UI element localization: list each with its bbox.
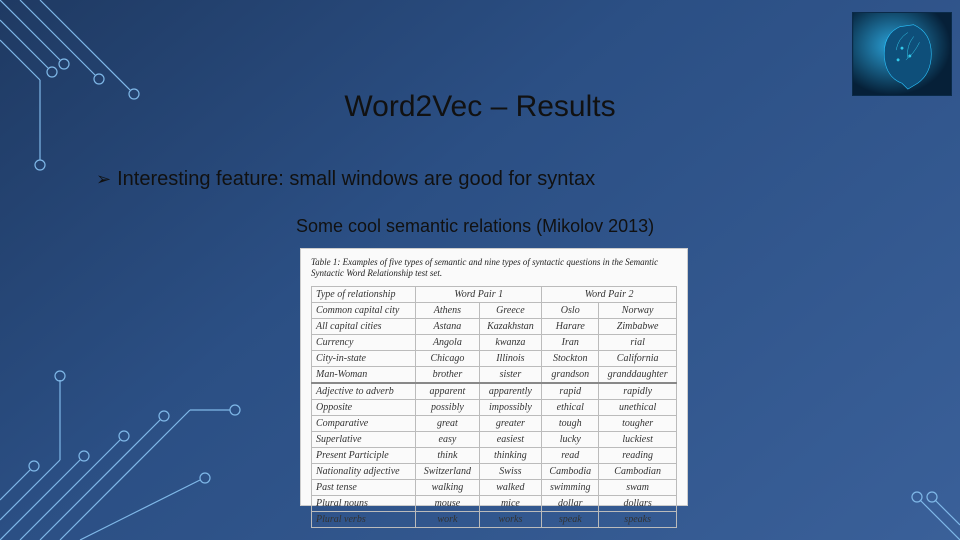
table-header-pair1: Word Pair 1: [416, 286, 542, 302]
table-cell: Zimbabwe: [599, 318, 677, 334]
table-cell: Comparative: [312, 415, 416, 431]
table-cell: rial: [599, 334, 677, 350]
table-cell: Swiss: [479, 463, 542, 479]
table-cell: Chicago: [416, 350, 479, 366]
table-cell: Iran: [542, 334, 599, 350]
table-cell: Angola: [416, 334, 479, 350]
table-cell: walked: [479, 479, 542, 495]
table-cell: Man-Woman: [312, 366, 416, 383]
bullet-line: ➢ Interesting feature: small windows are…: [96, 168, 595, 191]
table-cell: think: [416, 447, 479, 463]
table-row: Plural verbsworkworksspeakspeaks: [312, 511, 677, 527]
table-cell: Switzerland: [416, 463, 479, 479]
table-cell: great: [416, 415, 479, 431]
table-cell: dollar: [542, 495, 599, 511]
table-cell: Athens: [416, 302, 479, 318]
table-cell: ethical: [542, 399, 599, 415]
table-cell: tough: [542, 415, 599, 431]
table-cell: lucky: [542, 431, 599, 447]
table-cell: dollars: [599, 495, 677, 511]
table-cell: Cambodia: [542, 463, 599, 479]
bullet-text: Interesting feature: small windows are g…: [117, 168, 595, 191]
table-row: Comparativegreatgreatertoughtougher: [312, 415, 677, 431]
table-cell: thinking: [479, 447, 542, 463]
table-cell: speak: [542, 511, 599, 527]
table-row: City-in-stateChicagoIllinoisStocktonCali…: [312, 350, 677, 366]
table-cell: Nationality adjective: [312, 463, 416, 479]
table-cell: Superlative: [312, 431, 416, 447]
table-cell: easiest: [479, 431, 542, 447]
table-cell: work: [416, 511, 479, 527]
table-cell: Cambodian: [599, 463, 677, 479]
table-cell: Opposite: [312, 399, 416, 415]
table-caption: Table 1: Examples of five types of seman…: [311, 257, 677, 280]
table-cell: Present Participle: [312, 447, 416, 463]
table-cell: easy: [416, 431, 479, 447]
table-cell: kwanza: [479, 334, 542, 350]
table-cell: unethical: [599, 399, 677, 415]
table-row: Adjective to adverbapparentapparentlyrap…: [312, 383, 677, 400]
table-cell: apparently: [479, 383, 542, 400]
table-cell: Past tense: [312, 479, 416, 495]
table-cell: rapid: [542, 383, 599, 400]
table-cell: Harare: [542, 318, 599, 334]
table-cell: impossibly: [479, 399, 542, 415]
table-cell: Currency: [312, 334, 416, 350]
table-cell: sister: [479, 366, 542, 383]
bullet-arrow-icon: ➢: [96, 169, 111, 190]
table-row: Past tensewalkingwalkedswimmingswam: [312, 479, 677, 495]
table-cell: mice: [479, 495, 542, 511]
table-cell: possibly: [416, 399, 479, 415]
table-row: Plural nounsmousemicedollardollars: [312, 495, 677, 511]
table-cell: Astana: [416, 318, 479, 334]
table-cell: All capital cities: [312, 318, 416, 334]
table-row: Nationality adjectiveSwitzerlandSwissCam…: [312, 463, 677, 479]
table-cell: read: [542, 447, 599, 463]
table-cell: brother: [416, 366, 479, 383]
table-cell: City-in-state: [312, 350, 416, 366]
table-cell: Kazakhstan: [479, 318, 542, 334]
table-row: Superlativeeasyeasiestluckyluckiest: [312, 431, 677, 447]
table-cell: mouse: [416, 495, 479, 511]
relations-table: Type of relationship Word Pair 1 Word Pa…: [311, 286, 677, 528]
table-cell: rapidly: [599, 383, 677, 400]
table-cell: speaks: [599, 511, 677, 527]
table-row: Oppositepossiblyimpossiblyethicalunethic…: [312, 399, 677, 415]
table-cell: walking: [416, 479, 479, 495]
table-row: All capital citiesAstanaKazakhstanHarare…: [312, 318, 677, 334]
table-cell: Common capital city: [312, 302, 416, 318]
table-cell: swimming: [542, 479, 599, 495]
table-row: CurrencyAngolakwanzaIranrial: [312, 334, 677, 350]
table-cell: Plural verbs: [312, 511, 416, 527]
table-cell: Illinois: [479, 350, 542, 366]
table-cell: Norway: [599, 302, 677, 318]
table-row: Present Participlethinkthinkingreadreadi…: [312, 447, 677, 463]
table-cell: luckiest: [599, 431, 677, 447]
table-cell: swam: [599, 479, 677, 495]
slide-title: Word2Vec – Results: [0, 90, 960, 124]
table-row: Man-Womanbrothersistergrandsongranddaugh…: [312, 366, 677, 383]
table-cell: Oslo: [542, 302, 599, 318]
ai-head-image: [852, 12, 952, 96]
table-cell: granddaughter: [599, 366, 677, 383]
table-cell: apparent: [416, 383, 479, 400]
table-cell: Plural nouns: [312, 495, 416, 511]
table-cell: works: [479, 511, 542, 527]
subcaption: Some cool semantic relations (Mikolov 20…: [296, 216, 654, 237]
table-cell: reading: [599, 447, 677, 463]
table-container: Table 1: Examples of five types of seman…: [300, 248, 688, 506]
table-cell: California: [599, 350, 677, 366]
table-header-pair2: Word Pair 2: [542, 286, 677, 302]
table-cell: greater: [479, 415, 542, 431]
table-cell: grandson: [542, 366, 599, 383]
table-cell: Adjective to adverb: [312, 383, 416, 400]
table-cell: tougher: [599, 415, 677, 431]
table-cell: Stockton: [542, 350, 599, 366]
table-cell: Greece: [479, 302, 542, 318]
table-row: Common capital cityAthensGreeceOsloNorwa…: [312, 302, 677, 318]
table-header-relationship: Type of relationship: [312, 286, 416, 302]
